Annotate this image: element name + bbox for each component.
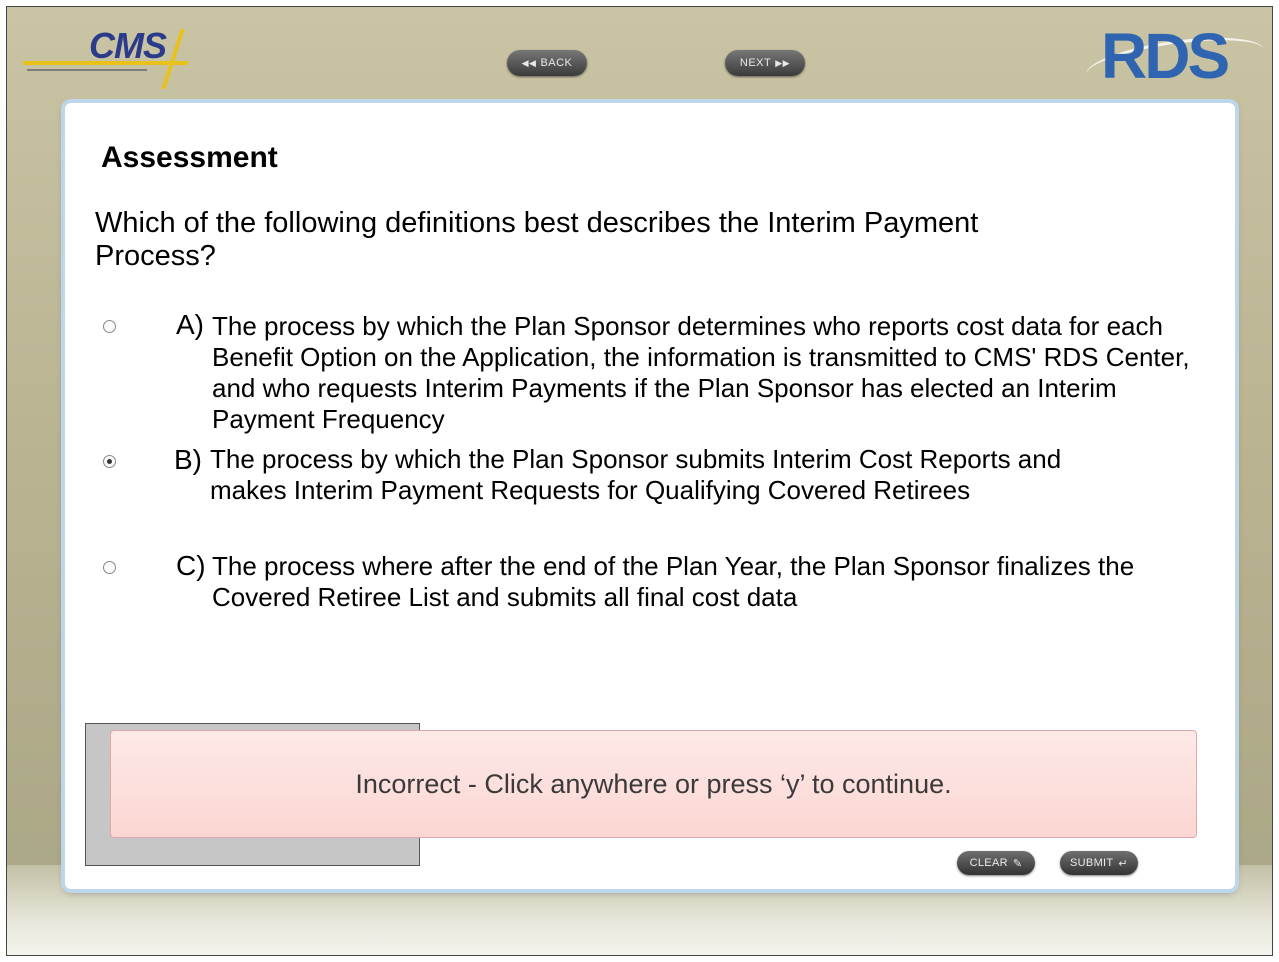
player-frame: CMS ◀◀ BACK NEXT ▶▶ RDS Assessment Which…: [6, 6, 1273, 956]
eraser-icon: ✎: [1012, 857, 1023, 870]
cms-logo: CMS: [23, 21, 193, 93]
option-a-text[interactable]: The process by which the Plan Sponsor de…: [212, 311, 1202, 435]
submit-button[interactable]: SUBMIT ↵: [1060, 851, 1138, 875]
rds-logo: RDS: [1082, 20, 1270, 97]
option-b-radio[interactable]: [103, 455, 116, 468]
back-button-label: BACK: [540, 57, 573, 69]
option-b-letter[interactable]: B): [174, 444, 202, 476]
feedback-message: Incorrect - Click anywhere or press ‘y’ …: [355, 768, 952, 799]
back-button[interactable]: ◀◀ BACK: [507, 50, 587, 76]
next-button-label: NEXT: [739, 57, 772, 69]
page-title: Assessment: [101, 141, 278, 174]
fast-forward-icon: ▶▶: [775, 57, 791, 68]
option-b-text[interactable]: The process by which the Plan Sponsor su…: [210, 444, 1140, 506]
submit-button-label: SUBMIT: [1070, 857, 1114, 869]
option-a-letter[interactable]: A): [176, 309, 204, 341]
cms-logo-text: CMS: [89, 25, 167, 66]
clear-button[interactable]: CLEAR ✎: [957, 851, 1035, 875]
assessment-card: Assessment Which of the following defini…: [65, 103, 1235, 889]
rewind-icon: ◀◀: [521, 57, 537, 68]
question-text: Which of the following definitions best …: [95, 207, 979, 272]
next-button[interactable]: NEXT ▶▶: [725, 50, 805, 76]
option-c-text[interactable]: The process where after the end of the P…: [212, 551, 1202, 613]
clear-button-label: CLEAR: [969, 857, 1008, 869]
option-c-letter[interactable]: C): [176, 550, 206, 582]
enter-icon: ↵: [1118, 857, 1128, 870]
rds-logo-text: RDS: [1101, 20, 1230, 92]
cms-logo-subline: [27, 69, 147, 71]
option-a-radio[interactable]: [103, 320, 116, 333]
incorrect-feedback-banner[interactable]: Incorrect - Click anywhere or press ‘y’ …: [110, 730, 1197, 838]
option-c-radio[interactable]: [103, 561, 116, 574]
